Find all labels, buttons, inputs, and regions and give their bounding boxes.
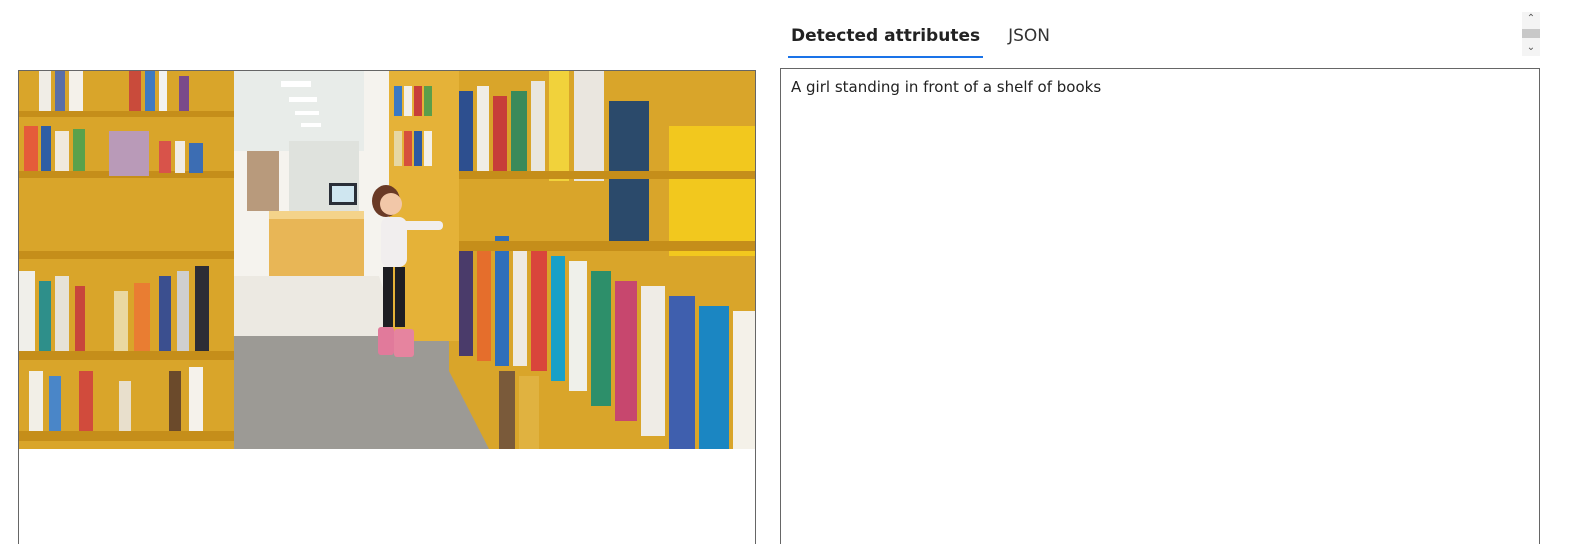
caption-text: A girl standing in front of a shelf of b… — [791, 78, 1102, 96]
tab-detected-attributes[interactable]: Detected attributes — [788, 16, 984, 58]
analyzed-image[interactable] — [19, 71, 755, 449]
result-panel: A girl standing in front of a shelf of b… — [780, 68, 1540, 544]
scrollbar-thumb[interactable] — [1522, 29, 1540, 38]
tab-json[interactable]: JSON — [1005, 16, 1053, 58]
app-root: Detected attributes JSON ⌃ ⌄ A girl stan… — [0, 0, 1586, 544]
scroll-down-icon[interactable]: ⌄ — [1522, 41, 1540, 55]
scroll-up-icon[interactable]: ⌃ — [1522, 12, 1540, 26]
library-photo-icon — [19, 71, 755, 449]
result-tabs: Detected attributes JSON — [780, 14, 1075, 58]
tabs-scrollbar[interactable]: ⌃ ⌄ — [1522, 12, 1540, 56]
image-panel — [18, 70, 756, 544]
